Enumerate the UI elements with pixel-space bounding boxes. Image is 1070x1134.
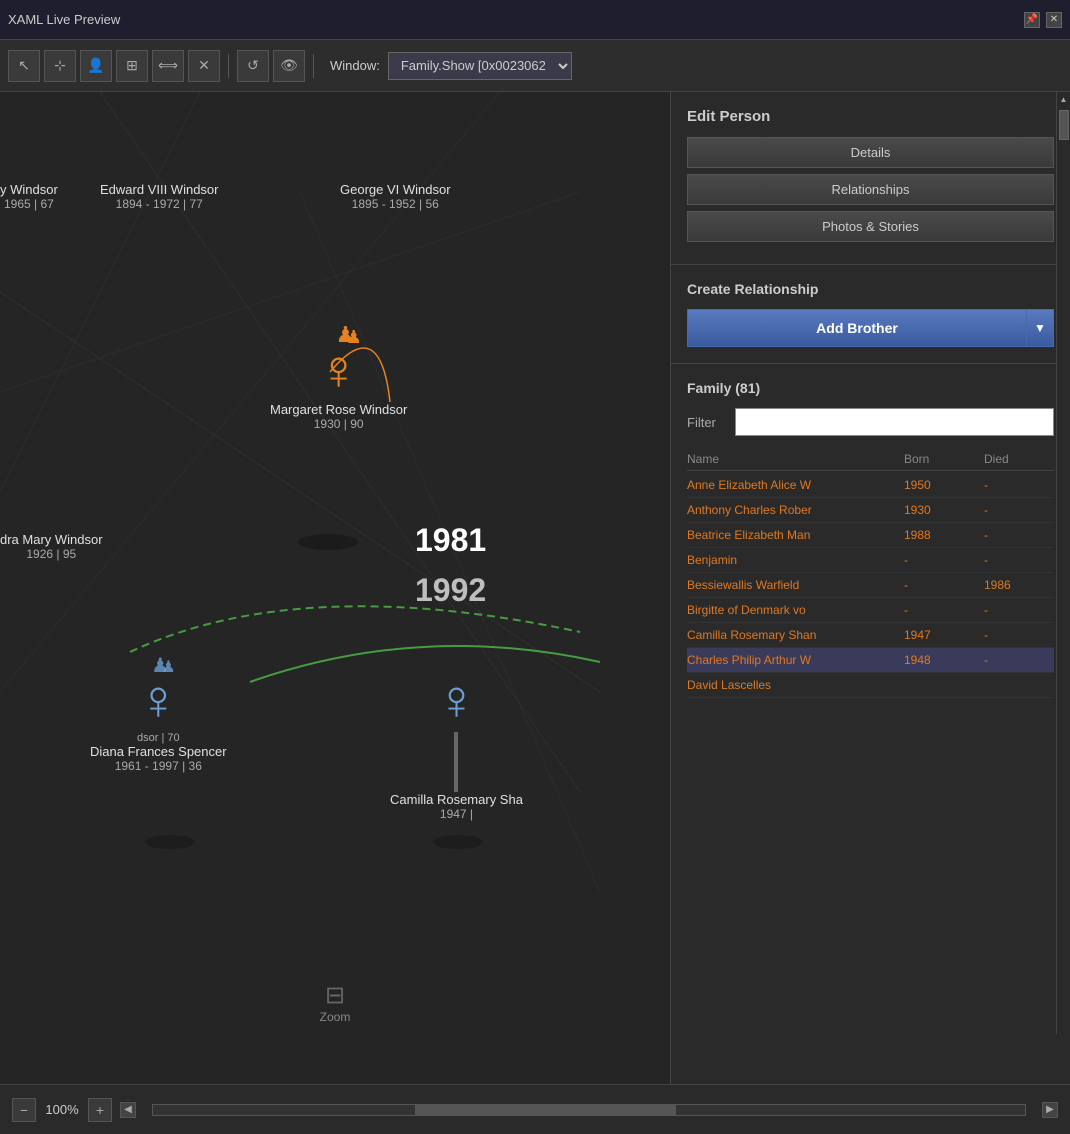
table-row[interactable]: Bessiewallis Warfield - 1986 [687, 573, 1054, 598]
photos-stories-button[interactable]: Photos & Stories [687, 211, 1054, 242]
scroll-left-arrow[interactable]: ◀ [120, 1102, 136, 1118]
cursor-tool-button[interactable]: ↖ [8, 50, 40, 82]
family-table: Name Born Died Anne Elizabeth Alice W 19… [687, 448, 1054, 1068]
measure-tool-button[interactable]: ⟺ [152, 50, 184, 82]
horizontal-scrollbar[interactable] [152, 1104, 1026, 1116]
add-brother-button[interactable]: Add Brother [687, 309, 1026, 347]
person-node-diana[interactable]: ♟ ♟ ♀ dsor | 70 Diana Frances Spencer 19… [90, 672, 227, 773]
person-node-2[interactable]: Edward VIII Windsor 1894 - 1972 | 77 [100, 182, 219, 211]
create-relationship-title: Create Relationship [687, 281, 1054, 297]
table-header: Name Born Died [687, 448, 1054, 471]
year-1992: 1992 [415, 572, 486, 609]
separator [228, 54, 229, 78]
zoom-in-button[interactable]: + [88, 1098, 112, 1122]
table-row[interactable]: Anne Elizabeth Alice W 1950 - [687, 473, 1054, 498]
title-bar: XAML Live Preview 📌 ✕ [0, 0, 1070, 40]
family-rows-container: Anne Elizabeth Alice W 1950 - Anthony Ch… [687, 473, 1054, 698]
table-row[interactable]: Charles Philip Arthur W 1948 - [687, 648, 1054, 673]
col-died: Died [984, 452, 1054, 466]
zoom-out-button[interactable]: − [12, 1098, 36, 1122]
app-title: XAML Live Preview [8, 12, 1024, 27]
scroll-up-arrow[interactable]: ▲ [1057, 92, 1070, 106]
family-section: Family (81) Filter Name Born Died Anne E… [671, 364, 1070, 1084]
person-node-1[interactable]: y Windsor 1965 | 67 [0, 182, 58, 211]
layout-tool-button[interactable]: ⊞ [116, 50, 148, 82]
person-node-3[interactable]: George VI Windsor 1895 - 1952 | 56 [340, 182, 451, 211]
scroll-thumb[interactable] [1059, 110, 1069, 140]
person-node-5[interactable]: dra Mary Windsor 1926 | 95 [0, 532, 103, 561]
right-scrollbar: ▲ [1056, 92, 1070, 1034]
col-born: Born [904, 452, 984, 466]
person-node-camilla[interactable]: ♀ Camilla Rosemary Sha 1947 | [390, 672, 523, 821]
zoom-level: 100% [44, 1102, 80, 1117]
scroll-right-arrow[interactable]: ▶ [1042, 1102, 1058, 1118]
right-panel: Edit Person Details Relationships Photos… [670, 92, 1070, 1084]
main-area: y Windsor 1965 | 67 Edward VIII Windsor … [0, 92, 1070, 1084]
details-button[interactable]: Details [687, 137, 1054, 168]
canvas-svg [0, 92, 670, 1084]
window-select[interactable]: Family.Show [0x0023062 [388, 52, 572, 80]
separator2 [313, 54, 314, 78]
canvas-area[interactable]: y Windsor 1965 | 67 Edward VIII Windsor … [0, 92, 670, 1084]
pin-button[interactable]: 📌 [1024, 12, 1040, 28]
edit-person-section: Edit Person Details Relationships Photos… [671, 92, 1070, 265]
year-1981: 1981 [415, 522, 486, 559]
filter-row: Filter [687, 408, 1054, 436]
undo-button[interactable]: ↺ [237, 50, 269, 82]
zoom-label: Zoom [320, 1010, 351, 1024]
col-name: Name [687, 452, 904, 466]
zoom-widget: ⊟ Zoom [320, 981, 351, 1024]
table-row[interactable]: Birgitte of Denmark vo - - [687, 598, 1054, 623]
add-brother-dropdown[interactable]: ▼ [1026, 309, 1054, 347]
close-button[interactable]: ✕ [1046, 12, 1062, 28]
preview-button[interactable]: 👁 [273, 50, 305, 82]
filter-label: Filter [687, 415, 727, 430]
bottom-bar: − 100% + ◀ ▶ [0, 1084, 1070, 1134]
table-row[interactable]: Anthony Charles Rober 1930 - [687, 498, 1054, 523]
add-brother-container: Add Brother ▼ [687, 309, 1054, 347]
title-controls: 📌 ✕ [1024, 12, 1062, 28]
family-title: Family (81) [687, 380, 1054, 396]
select-tool-button[interactable]: ⊹ [44, 50, 76, 82]
toolbar: ↖ ⊹ 👤 ⊞ ⟺ ✕ ↺ 👁 Window: Family.Show [0x0… [0, 40, 1070, 92]
edit-person-title: Edit Person [687, 108, 1054, 125]
group-tool-button[interactable]: 👤 [80, 50, 112, 82]
window-label: Window: [330, 58, 380, 73]
clear-button[interactable]: ✕ [188, 50, 220, 82]
person-node-margaret[interactable]: ♟ ♟ ♀ Margaret Rose Windsor 1930 | 90 [270, 342, 407, 431]
table-row[interactable]: Beatrice Elizabeth Man 1988 - [687, 523, 1054, 548]
zoom-slider-icon: ⊟ [320, 981, 351, 1010]
table-row[interactable]: David Lascelles [687, 673, 1054, 698]
filter-input[interactable] [735, 408, 1054, 436]
table-row[interactable]: Camilla Rosemary Shan 1947 - [687, 623, 1054, 648]
scrollbar-thumb[interactable] [415, 1105, 677, 1115]
relationships-button[interactable]: Relationships [687, 174, 1054, 205]
create-relationship-section: Create Relationship Add Brother ▼ [671, 265, 1070, 364]
table-row[interactable]: Benjamin - - [687, 548, 1054, 573]
